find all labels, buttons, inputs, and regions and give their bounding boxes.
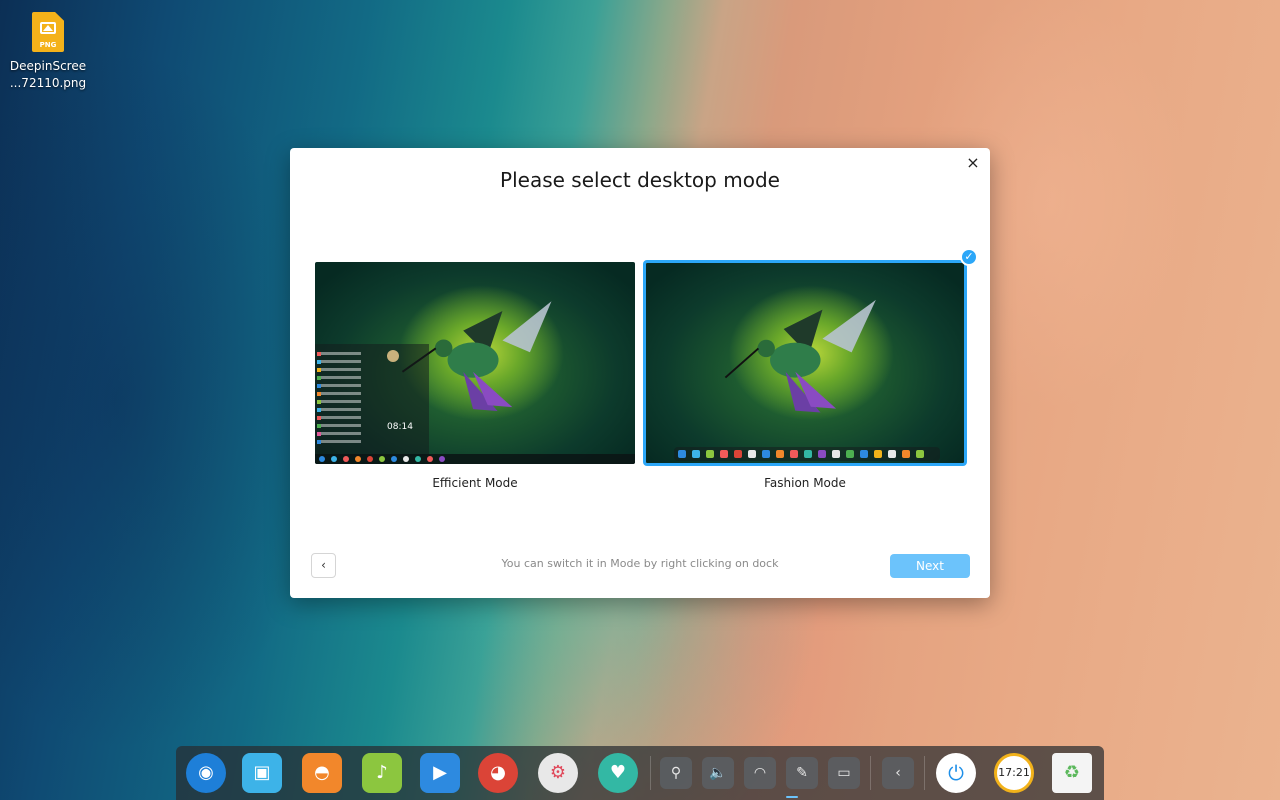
next-button[interactable]: Next	[890, 554, 970, 578]
file-manager-icon[interactable]: ▣	[242, 753, 282, 793]
collapse-icon[interactable]: ‹	[882, 757, 914, 789]
launcher-icon[interactable]: ◉	[186, 753, 226, 793]
hummingbird-image	[724, 299, 876, 413]
settings-icon[interactable]: ⚙	[538, 753, 578, 793]
efficient-mode-label: Efficient Mode	[432, 476, 518, 490]
efficient-mode-preview[interactable]: 08:14	[313, 260, 637, 466]
preview-clock: 08:14	[387, 422, 413, 432]
dialog-title: Please select desktop mode	[500, 168, 780, 192]
efficient-taskbar-preview	[315, 454, 635, 464]
fashion-mode-label: Fashion Mode	[764, 476, 846, 490]
dock-separator	[924, 756, 925, 790]
start-menu-preview	[315, 344, 429, 456]
volume-icon[interactable]: 🔈	[702, 757, 734, 789]
avatar	[387, 350, 399, 362]
trash-icon[interactable]: ♻	[1052, 753, 1092, 793]
fashion-mode-card[interactable]: Fashion Mode	[643, 260, 967, 490]
hint-text: You can switch it in Mode by right click…	[501, 557, 779, 570]
power-icon[interactable]: ⏻	[936, 753, 976, 793]
desktop-mode-dialog: × Please select desktop mode 08:14 Effic…	[290, 148, 990, 598]
png-file-icon: PNG	[32, 12, 64, 52]
usb-icon[interactable]: ⚲	[660, 757, 692, 789]
active-indicator	[786, 796, 798, 798]
fashion-mode-preview[interactable]	[643, 260, 967, 466]
desktop-file-item[interactable]: PNG DeepinScree ...72110.png	[8, 12, 88, 92]
fashion-dock-preview	[674, 447, 940, 461]
clock-icon[interactable]: 17:21	[994, 753, 1034, 793]
chrome-icon[interactable]: ◕	[478, 753, 518, 793]
handshake-icon[interactable]: ♥	[598, 753, 638, 793]
music-icon[interactable]: ♪	[362, 753, 402, 793]
dock-separator	[650, 756, 651, 790]
wifi-icon[interactable]: ◠	[744, 757, 776, 789]
dock-separator	[870, 756, 871, 790]
video-icon[interactable]: ▶	[420, 753, 460, 793]
desktop-file-label-line1: DeepinScree	[9, 59, 87, 73]
selected-check-icon: ✓	[960, 248, 978, 266]
dock: ◉ ▣ ◓ ♪ ▶ ◕ ⚙ ♥ ⚲ 🔈 ◠ ✎ ▭ ‹ ⏻ 17:21 ♻	[176, 746, 1104, 800]
efficient-mode-card[interactable]: 08:14 Efficient Mode	[313, 260, 637, 490]
pen-icon[interactable]: ✎	[786, 757, 818, 789]
app-store-icon[interactable]: ◓	[302, 753, 342, 793]
desktop-file-label-line2: ...72110.png	[9, 76, 87, 90]
battery-icon[interactable]: ▭	[828, 757, 860, 789]
